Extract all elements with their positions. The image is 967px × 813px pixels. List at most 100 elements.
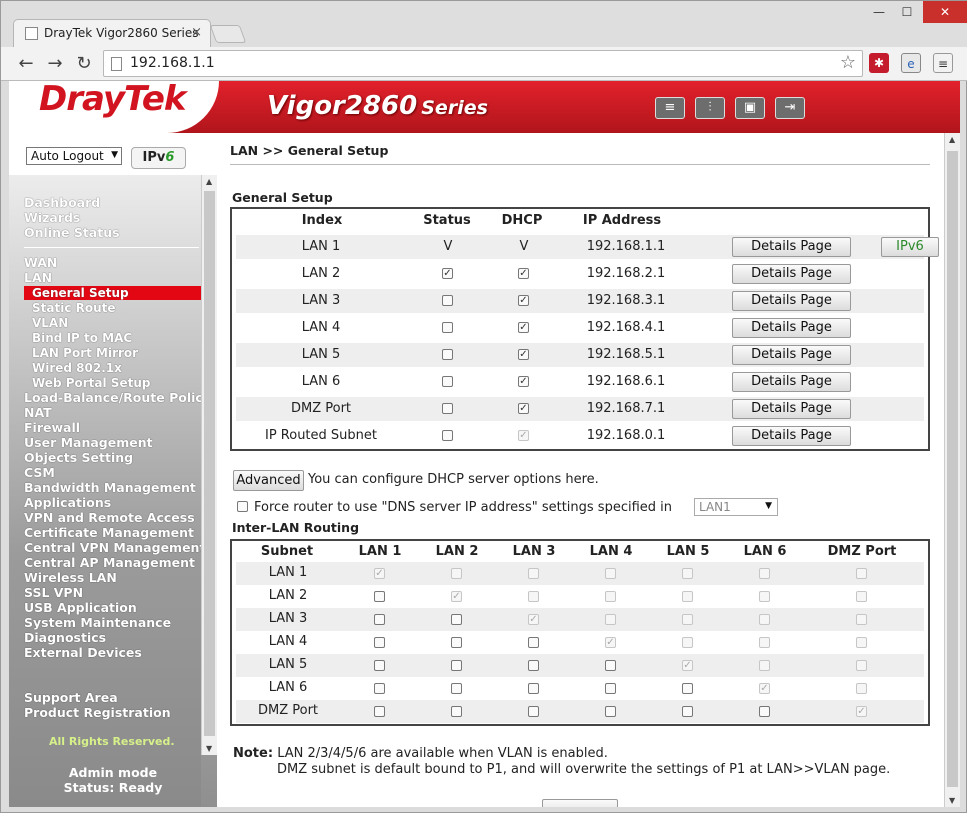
sidebar-item[interactable]: VPN and Remote Access xyxy=(24,510,195,525)
details-page-button[interactable]: Details Page xyxy=(732,372,851,392)
back-icon[interactable]: ← xyxy=(15,53,37,74)
ilr-checkbox[interactable] xyxy=(374,614,385,625)
tab-close-icon[interactable]: × xyxy=(191,25,202,40)
sidebar-item-lan[interactable]: LAN xyxy=(24,270,52,285)
sidebar-sub-vlan[interactable]: VLAN xyxy=(32,316,68,330)
sidebar-item-support-area[interactable]: Support Area xyxy=(24,690,118,705)
reload-icon[interactable]: ↻ xyxy=(73,53,95,74)
details-page-button[interactable]: Details Page xyxy=(732,291,851,311)
sidebar-item[interactable]: CSM xyxy=(24,465,55,480)
home-icon[interactable]: ≡ xyxy=(655,97,685,119)
dhcp-checkbox[interactable] xyxy=(518,376,529,387)
sidebar-item[interactable]: Bandwidth Management xyxy=(24,480,196,495)
sidebar-item[interactable]: USB Application xyxy=(24,600,137,615)
status-checkbox[interactable] xyxy=(442,322,453,333)
sidebar-item[interactable]: External Devices xyxy=(24,645,142,660)
sidebar-item[interactable]: Central VPN Management xyxy=(24,540,205,555)
details-page-button[interactable]: Details Page xyxy=(732,426,851,446)
ilr-checkbox[interactable] xyxy=(451,706,462,717)
ilr-checkbox[interactable] xyxy=(374,660,385,671)
dhcp-checkbox[interactable] xyxy=(518,403,529,414)
sidebar-item[interactable]: System Maintenance xyxy=(24,615,171,630)
details-page-button[interactable]: Details Page xyxy=(732,399,851,419)
scrollbar-thumb[interactable] xyxy=(947,151,958,787)
forward-icon[interactable]: → xyxy=(44,53,66,74)
sidebar-sub-wired-8021x[interactable]: Wired 802.1x xyxy=(32,361,122,375)
ipv6-button[interactable]: IPv6 xyxy=(881,237,939,257)
scrollbar-thumb[interactable] xyxy=(204,191,215,736)
sidebar-sub-static-route[interactable]: Static Route xyxy=(32,301,116,315)
sidebar-item[interactable]: Firewall xyxy=(24,420,80,435)
sidebar-sub-bind-ip-mac[interactable]: Bind IP to MAC xyxy=(32,331,132,345)
dns-lan-select[interactable]: LAN1 ▼ xyxy=(694,498,778,516)
sidebar-item[interactable]: Load-Balance/Route Policy xyxy=(24,390,211,405)
sidebar-sub-lan-port-mirror[interactable]: LAN Port Mirror xyxy=(32,346,138,360)
new-tab-button[interactable] xyxy=(209,25,247,43)
minimize-button[interactable]: — xyxy=(865,1,893,23)
sidebar-item[interactable]: Objects Setting xyxy=(24,450,133,465)
dhcp-checkbox[interactable] xyxy=(518,268,529,279)
advanced-button[interactable]: Advanced xyxy=(233,470,304,491)
scroll-down-icon[interactable]: ▼ xyxy=(949,796,955,805)
status-checkbox[interactable] xyxy=(442,430,453,441)
sidebar-item[interactable]: User Management xyxy=(24,435,153,450)
save-icon[interactable]: ▣ xyxy=(735,97,765,119)
sidebar-item[interactable]: Certificate Management xyxy=(24,525,194,540)
ilr-checkbox[interactable] xyxy=(374,591,385,602)
sidebar-item[interactable]: Applications xyxy=(24,495,111,510)
sidebar-item-wan[interactable]: WAN xyxy=(24,255,57,270)
extension-asterisk-icon[interactable]: ✱ xyxy=(869,53,889,73)
sidebar-sub-web-portal[interactable]: Web Portal Setup xyxy=(32,376,150,390)
sidebar-item-dashboard[interactable]: Dashboard xyxy=(24,195,100,210)
ilr-checkbox[interactable] xyxy=(682,683,693,694)
bookmark-star-icon[interactable]: ☆ xyxy=(840,52,856,73)
status-checkbox[interactable] xyxy=(442,268,453,279)
ilr-checkbox[interactable] xyxy=(374,637,385,648)
ilr-checkbox[interactable] xyxy=(682,706,693,717)
dhcp-checkbox[interactable] xyxy=(518,349,529,360)
ilr-checkbox[interactable] xyxy=(605,660,616,671)
status-checkbox[interactable] xyxy=(442,376,453,387)
force-dns-checkbox[interactable] xyxy=(237,501,248,512)
ilr-checkbox[interactable] xyxy=(451,637,462,648)
ilr-checkbox[interactable] xyxy=(451,614,462,625)
ok-button[interactable] xyxy=(542,799,618,807)
close-window-button[interactable]: ✕ xyxy=(923,1,967,23)
details-page-button[interactable]: Details Page xyxy=(732,264,851,284)
sidebar-scrollbar[interactable]: ▲ ▼ xyxy=(201,175,217,755)
browser-menu-icon[interactable]: ≡ xyxy=(933,53,953,73)
ilr-checkbox[interactable] xyxy=(759,706,770,717)
logout-icon[interactable]: ⇥ xyxy=(775,97,805,119)
ilr-checkbox[interactable] xyxy=(528,683,539,694)
dhcp-checkbox[interactable] xyxy=(518,322,529,333)
ilr-checkbox[interactable] xyxy=(374,706,385,717)
sidebar-item[interactable]: Wireless LAN xyxy=(24,570,117,585)
status-checkbox[interactable] xyxy=(442,403,453,414)
status-checkbox[interactable] xyxy=(442,349,453,360)
scroll-up-icon[interactable]: ▲ xyxy=(206,177,212,186)
address-bar[interactable]: 192.168.1.1 ☆ xyxy=(103,50,863,77)
sidebar-item-online-status[interactable]: Online Status xyxy=(24,225,120,240)
dhcp-checkbox[interactable] xyxy=(518,295,529,306)
maximize-button[interactable]: ☐ xyxy=(893,1,921,23)
sidebar-item-product-registration[interactable]: Product Registration xyxy=(24,705,171,720)
ilr-checkbox[interactable] xyxy=(451,683,462,694)
sidebar-item-wizards[interactable]: Wizards xyxy=(24,210,80,225)
details-page-button[interactable]: Details Page xyxy=(732,237,851,257)
sidebar-sub-general-setup[interactable]: General Setup xyxy=(24,286,201,300)
ilr-checkbox[interactable] xyxy=(605,706,616,717)
scroll-up-icon[interactable]: ▲ xyxy=(949,135,955,144)
ilr-checkbox[interactable] xyxy=(451,660,462,671)
scroll-down-icon[interactable]: ▼ xyxy=(206,744,212,753)
extension-ie-icon[interactable]: e xyxy=(901,53,921,73)
ilr-checkbox[interactable] xyxy=(528,706,539,717)
auto-logout-select[interactable]: Auto Logout ▼ xyxy=(26,147,122,165)
ilr-checkbox[interactable] xyxy=(605,683,616,694)
ilr-checkbox[interactable] xyxy=(528,637,539,648)
ilr-checkbox[interactable] xyxy=(528,660,539,671)
settings-sliders-icon[interactable]: ⫶ xyxy=(695,97,725,119)
main-scrollbar[interactable]: ▲ ▼ xyxy=(944,133,960,807)
sidebar-item[interactable]: Diagnostics xyxy=(24,630,106,645)
ilr-checkbox[interactable] xyxy=(374,683,385,694)
details-page-button[interactable]: Details Page xyxy=(732,318,851,338)
